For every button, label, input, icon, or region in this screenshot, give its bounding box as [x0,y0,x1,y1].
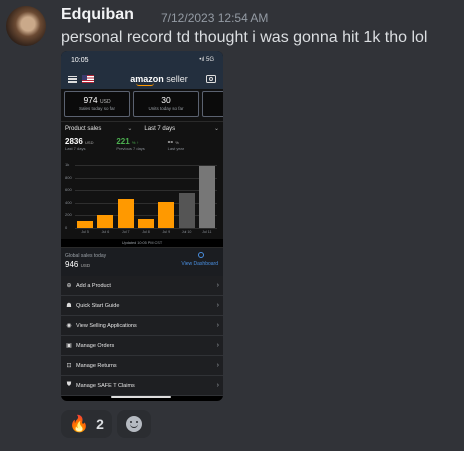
third-card: 1( Cu [202,91,223,117]
units-today-card: 30 Units today so far [133,91,199,117]
stat-last-7: 2836 USD Last 7 days [65,137,94,151]
camera-icon [206,75,216,83]
grad-cap-icon: ☗ [66,303,72,309]
grid-line [75,190,217,192]
metric-dropdown: Product sales [65,125,102,132]
x-tick-label: Jul 5 [81,230,89,234]
menu-item-add-product[interactable]: ⊕ Add a Product › [61,276,223,296]
chart-bar [158,201,175,228]
global-sales-title: Global sales today [65,253,107,259]
reaction-count: 2 [96,416,104,432]
box-icon: ▣ [66,343,72,349]
menu-list: ⊕ Add a Product › ☗ Quick Start Guide › ◉ Vie… [61,276,223,396]
y-tick-label: 800 [65,174,72,180]
username[interactable]: Edquiban [61,6,134,24]
return-icon: ⊡ [66,363,72,369]
status-signal: •ıl 5G [199,57,214,63]
grid-line [75,215,217,217]
x-tick-label: Jul 6 [101,230,110,234]
chart-filters: Product sales ⌄ Last 7 days ⌄ [61,121,223,135]
stats-row: 2836 USD Last 7 days 221 % ↑ Previous 7 … [61,135,223,157]
updated-time: Updated 10:05 PM CST [121,241,163,245]
shield-icon: ⛊ [66,382,72,388]
grid-line [75,202,217,204]
smiley-icon [126,416,142,432]
chevron-right-icon: › [216,362,219,369]
menu-item-quick-start[interactable]: ☗ Quick Start Guide › [61,296,223,316]
chevron-right-icon: › [216,382,219,389]
menu-item-selling-apps[interactable]: ◉ View Selling Applications › [61,316,223,336]
chevron-right-icon: › [216,302,219,309]
grid-line [75,228,217,229]
message-timestamp: 7/12/2023 12:54 AM [161,11,269,25]
chart-bar [77,221,94,228]
x-tick-label: Jul 9 [162,230,171,234]
screenshot-attachment[interactable]: 10:05 •ıl 5G amazon seller 974 USD Sales… [61,51,223,401]
menu-item-orders[interactable]: ▣ Manage Orders › [61,336,223,356]
stat-previous-7: 221 % ↑ Previous 7 days [116,137,145,151]
x-tick-label: Jul 7 [121,230,130,234]
chevron-right-icon: › [216,282,219,289]
hamburger-icon [68,75,77,83]
stat-last-year: -- % Last year [167,137,185,151]
us-flag-icon [82,75,94,83]
menu-item-returns[interactable]: ⊡ Manage Returns › [61,356,223,376]
y-tick-label: 200 [65,212,72,218]
phone-status-bar: 10:05 •ıl 5G [61,51,223,69]
home-indicator [111,396,171,398]
range-dropdown: Last 7 days [144,125,176,132]
y-tick-label: 400 [65,199,72,205]
user-avatar[interactable] [6,6,46,46]
y-tick-label: 600 [65,187,72,193]
add-reaction-button[interactable] [117,410,151,438]
grid-line [75,177,217,179]
chevron-right-icon: › [216,342,219,349]
summary-cards: 974 USD Sales today so far 30 Units toda… [61,89,223,121]
chevron-right-icon: › [216,322,219,329]
fire-icon: 🔥 [69,416,90,433]
y-tick-label: 1k [65,162,70,167]
globe-icon [198,252,204,258]
x-tick-label: Jul 11 [202,230,212,234]
reaction-fire[interactable]: 🔥 2 [61,410,112,438]
app-header: amazon seller [61,69,223,89]
chart-bar [117,199,134,228]
eye-icon: ◉ [66,323,72,329]
chart-bar [97,215,114,228]
amazon-seller-logo: amazon seller [130,74,188,86]
sales-bar-chart: Updated 10:05 PM CST 1k 800 600 400 200 0 Jul … [61,157,223,245]
grid-line [75,165,217,166]
chevron-down-icon: ⌄ [127,126,133,132]
message-text: personal record td thought i was gonna h… [61,29,428,46]
chevron-down-icon: ⌄ [213,126,219,132]
sales-today-card: 974 USD Sales today so far [64,91,130,117]
x-tick-label: Jul 8 [142,230,150,234]
add-icon: ⊕ [66,283,72,289]
chart-bar [138,219,154,228]
global-sales-value: 946 USD [65,260,91,269]
view-dashboard-link[interactable]: View Dashboard [181,261,218,267]
chart-bar [198,165,215,228]
menu-item-safe-t[interactable]: ⛊ Manage SAFE T Claims › [61,376,223,396]
global-sales-section: Global sales today 946 USD View Dashboar… [61,247,223,276]
status-time: 10:05 [71,56,89,64]
y-tick-label: 0 [65,225,68,230]
chart-bar [178,193,195,228]
x-tick-label: Jul 10 [181,230,192,234]
